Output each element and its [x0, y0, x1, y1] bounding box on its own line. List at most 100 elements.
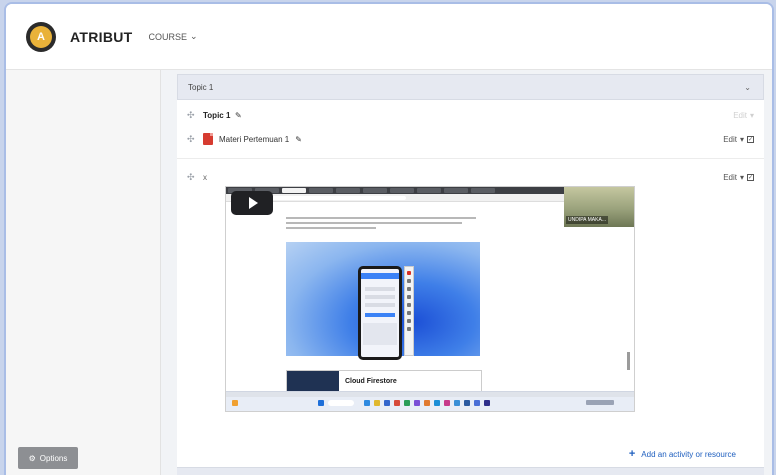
section-edit-menu[interactable]: Edit ▾: [733, 111, 754, 120]
android-emulator: [358, 266, 402, 360]
participant-video: UNDIPA MAKA...: [564, 187, 634, 227]
taskbar-app-icon: [374, 400, 380, 406]
move-icon[interactable]: ✣: [187, 134, 195, 145]
recorded-tab: [336, 188, 360, 193]
course-main: Topic 1 ⌄ ✣ Topic 1 ✎ Edit ▾ ✣ Materi Pe…: [161, 70, 772, 475]
windows-start-icon: [318, 400, 324, 406]
completion-checkbox[interactable]: ✓: [747, 173, 754, 181]
recorded-scrollbar: [627, 352, 630, 370]
firebase-title: Cloud Firestore: [345, 378, 397, 385]
pencil-icon[interactable]: ✎: [235, 111, 242, 120]
weather-icon: [232, 400, 238, 406]
activity-edit-menu[interactable]: Edit ▾ ✓: [723, 173, 754, 182]
taskbar-app-icon: [464, 400, 470, 406]
taskbar-app-icon: [394, 400, 400, 406]
app-bar: [361, 273, 399, 279]
participant-name: UNDIPA MAKA...: [566, 216, 608, 224]
chevron-down-icon: ⌄: [190, 31, 198, 41]
taskbar-app-icon: [474, 400, 480, 406]
move-icon[interactable]: ✣: [187, 172, 195, 183]
chevron-down-icon[interactable]: ⌄: [744, 83, 751, 92]
taskbar-app-icon: [364, 400, 370, 406]
taskbar-app-icon: [484, 400, 490, 406]
zoom-watermark: zoom: [569, 368, 620, 388]
taskbar-app-icon: [444, 400, 450, 406]
phone-button: [365, 313, 395, 317]
caret-down-icon: ▾: [749, 110, 754, 120]
section-header[interactable]: Topic 1 ⌄: [177, 74, 764, 100]
taskbar-app-icon: [414, 400, 420, 406]
logo-letter: A: [30, 25, 52, 48]
add-activity-label: Add an activity or resource: [641, 449, 736, 459]
home-icon: [407, 319, 411, 323]
recorded-webpage: Cloud Firestore zoom: [226, 202, 634, 396]
edit-label: Edit: [723, 134, 737, 144]
completion-checkbox[interactable]: ✓: [747, 135, 754, 143]
taskbar-app-icon: [454, 400, 460, 406]
pencil-icon[interactable]: ✎: [295, 135, 302, 144]
section-title-row: ✣ Topic 1 ✎ Edit ▾: [177, 108, 764, 122]
recorded-tab: [363, 188, 387, 193]
back-icon: [407, 311, 411, 315]
recorded-browser-tabs: [226, 187, 564, 194]
taskbar-search: [328, 400, 354, 406]
section-content: ✣ Topic 1 ✎ Edit ▾ ✣ Materi Pertemuan 1 …: [177, 100, 764, 475]
recorded-tab: [471, 188, 495, 193]
taskbar-app-icon: [404, 400, 410, 406]
activity-row: ✣ Materi Pertemuan 1 ✎ Edit ▾ ✓: [177, 132, 764, 146]
camera-icon: [407, 295, 411, 299]
navbar: A ATRIBUT COURSE ⌄: [6, 4, 772, 70]
more-icon: [407, 327, 411, 331]
text-line: [286, 222, 462, 224]
activity-name: Materi Pertemuan 1: [219, 134, 290, 144]
next-section-header[interactable]: [177, 467, 764, 475]
edit-label: Edit: [723, 172, 737, 182]
sidebar: ⚙ Options: [6, 70, 161, 475]
taskbar-app-icon: [384, 400, 390, 406]
system-tray: [586, 400, 614, 405]
recorded-url-bar: [226, 194, 564, 202]
options-label: Options: [39, 453, 68, 463]
caret-down-icon: ▾: [739, 134, 744, 144]
phone-screen: [361, 269, 399, 357]
recorded-tab: [417, 188, 441, 193]
caret-down-icon: ▾: [739, 172, 744, 182]
embedded-video[interactable]: Cloud Firestore zoom UNDIPA MAKA...: [225, 186, 635, 412]
phone-input: [365, 295, 395, 299]
recorded-status-bar: [226, 392, 634, 397]
course-menu[interactable]: COURSE ⌄: [149, 31, 198, 42]
text-line: [286, 217, 476, 219]
volume-icon: [407, 279, 411, 283]
divider: [177, 158, 764, 159]
brand-name[interactable]: ATRIBUT: [70, 29, 133, 45]
plus-icon: +: [628, 448, 636, 460]
phone-input: [365, 303, 395, 307]
options-button[interactable]: ⚙ Options: [18, 447, 78, 469]
recorded-tab: [282, 188, 306, 193]
course-menu-label: COURSE: [148, 31, 188, 42]
phone-keyboard: [363, 323, 397, 345]
play-icon: [248, 197, 258, 209]
taskbar-app-icon: [424, 400, 430, 406]
site-logo[interactable]: A: [26, 21, 56, 52]
section-title: Topic 1: [203, 110, 231, 120]
pdf-icon: [203, 133, 213, 145]
edit-label: Edit: [733, 110, 747, 120]
recorded-tab: [444, 188, 468, 193]
phone-input: [365, 287, 395, 291]
move-icon[interactable]: ✣: [187, 110, 195, 121]
text-line: [286, 227, 376, 229]
play-button[interactable]: [231, 191, 273, 215]
add-activity-link[interactable]: + Add an activity or resource: [629, 448, 736, 460]
recorded-url-field: [266, 196, 406, 200]
recorded-taskbar: [226, 391, 634, 411]
emulator-toolbar: [404, 266, 414, 356]
section-header-title: Topic 1: [188, 82, 214, 92]
activity-row: ✣ x Edit ▾ ✓: [177, 170, 764, 184]
activity-name: x: [203, 172, 207, 182]
gear-icon: ⚙: [28, 453, 36, 463]
activity-edit-menu[interactable]: Edit ▾ ✓: [723, 135, 754, 144]
activity-link[interactable]: Materi Pertemuan 1 ✎: [203, 133, 302, 145]
zoom-icon: [407, 303, 411, 307]
power-icon: [407, 271, 411, 275]
